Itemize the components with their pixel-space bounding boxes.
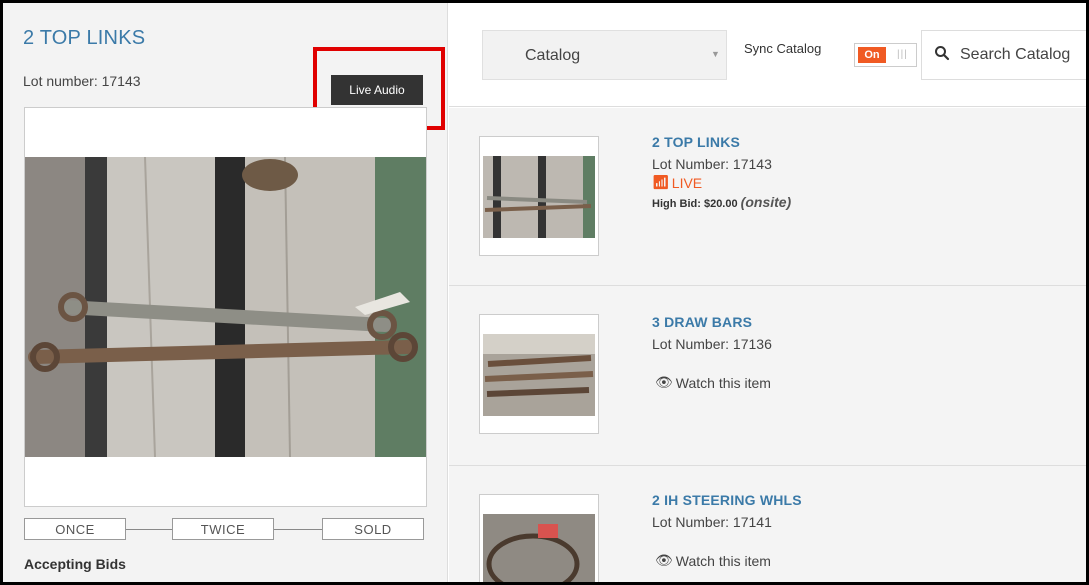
eye-icon: 👁︎ xyxy=(655,374,673,390)
step-once: ONCE xyxy=(24,518,126,540)
item-title[interactable]: 3 DRAW BARS xyxy=(652,314,752,330)
item-thumbnail[interactable] xyxy=(479,136,599,256)
item-photo xyxy=(483,334,595,416)
lot-image-frame xyxy=(24,107,427,507)
high-bid-note: (onsite) xyxy=(740,194,792,210)
catalog-toolbar: Catalog ▼ Sync Catalog On ||| Search Cat… xyxy=(449,3,1086,107)
item-title[interactable]: 2 TOP LINKS xyxy=(652,134,740,150)
search-placeholder: Search Catalog xyxy=(960,46,1071,63)
search-icon xyxy=(935,46,950,61)
step-twice: TWICE xyxy=(172,518,274,540)
chevron-down-icon: ▼ xyxy=(711,49,720,59)
step-sold: SOLD xyxy=(322,518,424,540)
high-bid-value: $20.00 xyxy=(703,198,738,210)
catalog-panel: Catalog ▼ Sync Catalog On ||| Search Cat… xyxy=(449,3,1086,582)
sync-catalog-label: Sync Catalog xyxy=(744,41,822,56)
list-item[interactable]: 2 TOP LINKS Lot Number: 17143 📶︎ LIVE Hi… xyxy=(449,108,1086,286)
item-lot-number: Lot Number: 17143 xyxy=(652,156,772,172)
watch-label: Watch this item xyxy=(675,374,771,391)
watch-item-link[interactable]: 👁︎ Watch this item xyxy=(655,374,771,391)
list-item[interactable]: 2 IH STEERING WHLS Lot Number: 17141 👁︎ … xyxy=(449,466,1086,582)
catalog-dropdown[interactable]: Catalog ▼ xyxy=(482,30,727,80)
item-photo xyxy=(483,156,595,238)
live-label: LIVE xyxy=(671,174,703,191)
high-bid: High Bid: $20.00 (onsite) xyxy=(652,194,791,210)
lot-detail-panel: 2 TOP LINKS Lot number: 17143 Live Audio xyxy=(3,3,448,582)
item-thumbnail[interactable] xyxy=(479,494,599,582)
bidding-status: Accepting Bids xyxy=(24,556,126,572)
toggle-on-label: On xyxy=(858,47,886,63)
wifi-icon: 📶︎ xyxy=(652,174,670,190)
eye-icon: 👁︎ xyxy=(655,552,673,568)
watch-item-link[interactable]: 👁︎ Watch this item xyxy=(655,552,771,569)
watch-label: Watch this item xyxy=(675,552,771,569)
app-window: 2 TOP LINKS Lot number: 17143 Live Audio xyxy=(0,0,1089,585)
item-lot-number: Lot Number: 17141 xyxy=(652,514,772,530)
live-indicator: 📶︎ LIVE xyxy=(652,174,702,191)
lot-photo xyxy=(25,157,426,457)
item-title[interactable]: 2 IH STEERING WHLS xyxy=(652,492,802,508)
list-item[interactable]: 3 DRAW BARS Lot Number: 17136 👁︎ Watch t… xyxy=(449,286,1086,466)
item-thumbnail[interactable] xyxy=(479,314,599,434)
high-bid-label: High Bid: xyxy=(652,198,701,210)
lot-number: Lot number: 17143 xyxy=(23,73,141,89)
catalog-dropdown-label: Catalog xyxy=(525,47,581,64)
search-input[interactable]: Search Catalog xyxy=(921,30,1086,80)
item-photo xyxy=(483,514,595,582)
sync-catalog-toggle[interactable]: On ||| xyxy=(854,43,917,67)
item-lot-number: Lot Number: 17136 xyxy=(652,336,772,352)
lot-title: 2 TOP LINKS xyxy=(23,27,146,49)
toggle-grip-icon: ||| xyxy=(897,49,908,60)
auction-progress: ONCE TWICE SOLD xyxy=(24,518,424,540)
